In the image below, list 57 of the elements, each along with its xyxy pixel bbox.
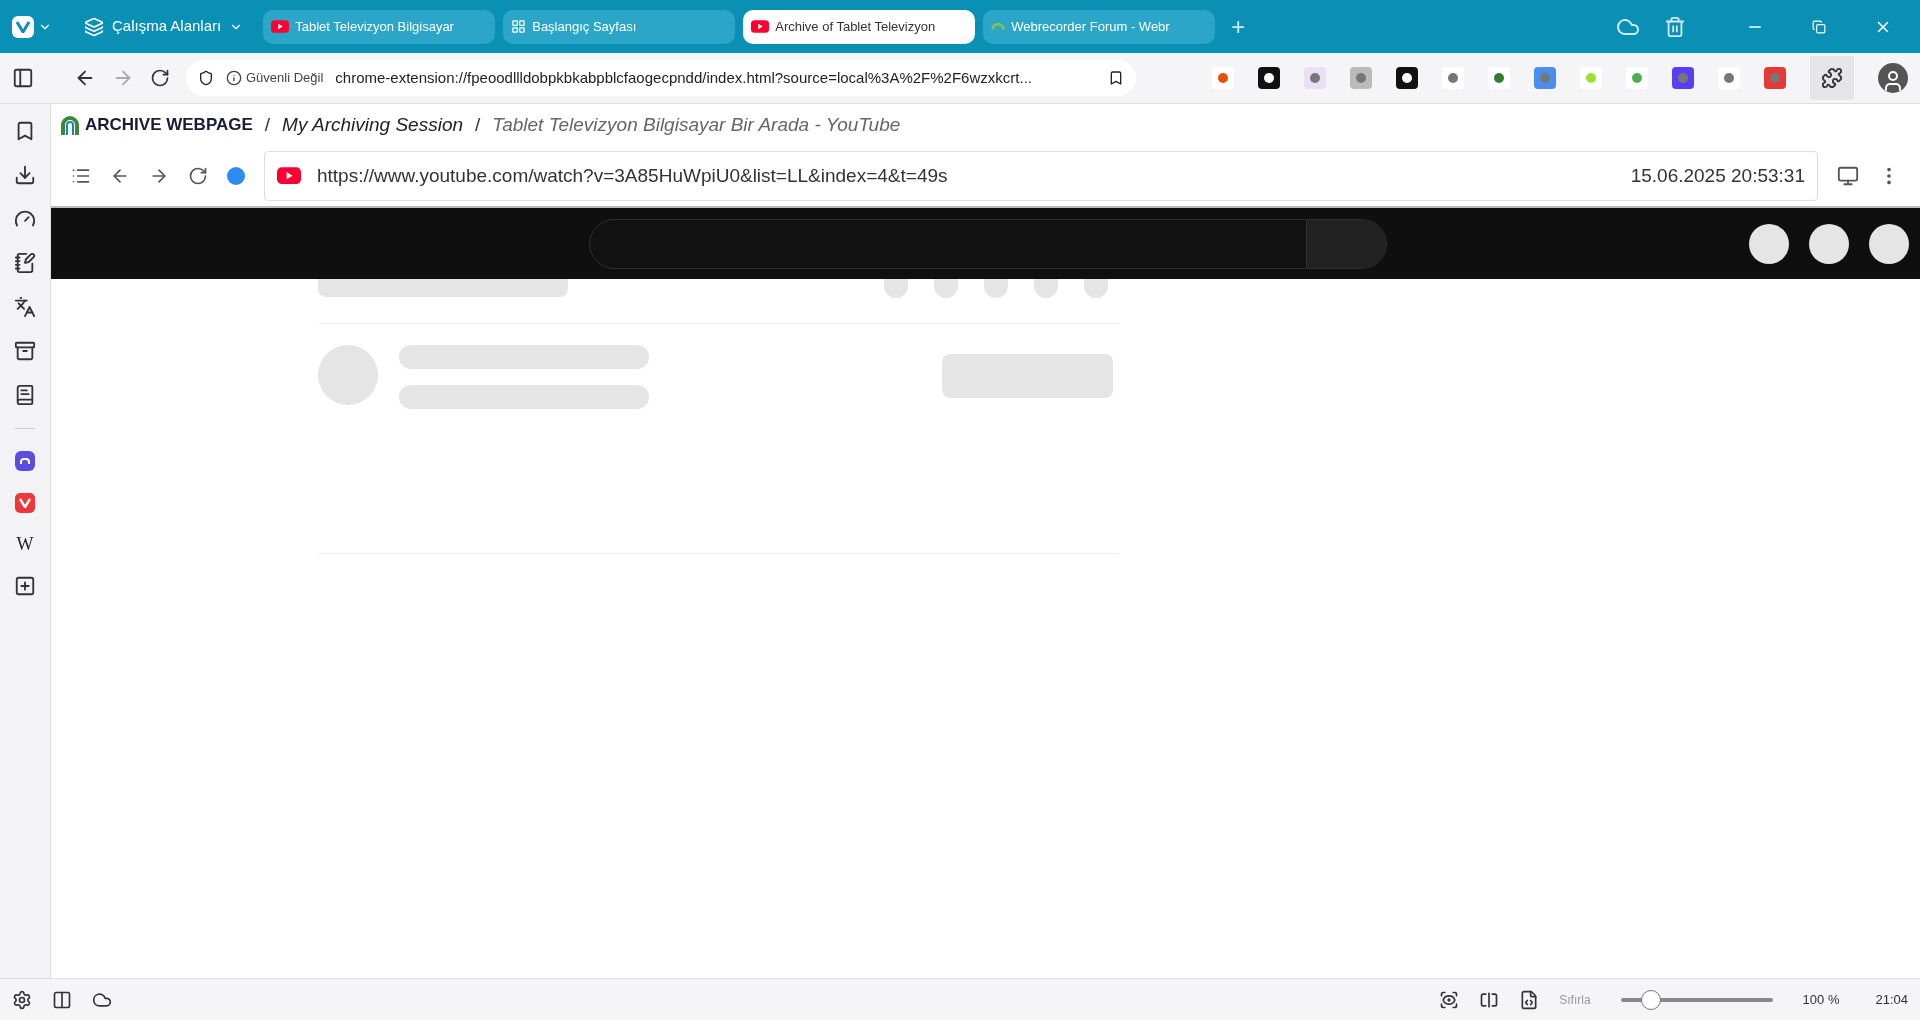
columns-icon[interactable] [52,989,72,1010]
breadcrumb-separator: / [475,112,481,137]
extension-icon[interactable] [1396,67,1418,89]
url-field[interactable]: Güvenli Değil chrome-extension://fpeoodllldobpkbkabpblcfaogecpndd/index.html?source=local%3A%2F%2F6wzxkcrt... [186,60,1136,96]
app-title: ARCHIVE WEBPAGE [85,114,253,137]
arch-logo-icon [59,114,81,136]
list-icon[interactable] [71,166,91,186]
search-field[interactable] [589,218,1387,269]
add-panel-icon[interactable] [14,575,36,597]
puzzle-icon [1821,67,1843,89]
reload-icon[interactable] [150,68,170,88]
avatar-placeholder[interactable] [1749,223,1789,264]
reload-icon[interactable] [188,166,208,186]
v-logo-icon[interactable] [15,493,35,513]
workspaces-button[interactable]: Çalışma Alanları [72,15,256,38]
grid-icon [511,19,527,34]
video-play-icon [271,20,290,33]
bookmark-icon[interactable] [1108,70,1124,86]
arc-icon [991,22,1006,31]
shield-icon [198,70,214,86]
breadcrumb-item[interactable]: My Archiving Session [282,110,463,140]
tab-title: Webrecorder Forum - Webr [1011,17,1170,36]
notes-icon[interactable] [14,252,36,274]
monitor-icon[interactable] [1837,165,1859,187]
translate-icon[interactable] [14,296,36,318]
capture-timestamp: 15.06.2025 20:53:31 [1630,163,1805,188]
tab-title: Archive of Tablet Televizyon [775,17,936,36]
avatar-placeholder[interactable] [1869,223,1909,264]
v-logo-icon [16,20,30,33]
archive-url-field[interactable]: https://www.youtube.com/watch?v=3A85HuWpiU0&list=LL&index=4&t=49s 15.06.2025 20:53:31 [264,151,1818,201]
browser-tab[interactable]: Archive of Tablet Televizyon [743,9,976,44]
video-play-icon [277,167,301,185]
trash-icon[interactable] [1664,15,1686,38]
extension-icon[interactable] [1258,67,1280,89]
settings-icon[interactable] [12,989,32,1010]
archive-url-text: https://www.youtube.com/watch?v=3A85HuWpiU0&list=LL&index=4&t=49s [317,163,948,188]
panel-toggle-icon[interactable] [12,67,34,89]
layers-icon [84,16,104,37]
tab-title: Başlangıç Sayfası [532,17,637,36]
tab-title: Tablet Televizyon Bilgisayar [295,17,454,36]
breadcrumb-item: Tablet Televizyon Bilgisayar Bir Arada - YouTube [492,112,901,137]
slider-thumb[interactable] [1640,989,1661,1010]
book-icon[interactable] [14,384,36,406]
profile-avatar[interactable] [1878,63,1908,93]
extensions-button[interactable] [1810,56,1854,100]
wikipedia-link[interactable]: W [16,535,34,553]
download-icon[interactable] [14,164,36,186]
info-icon [226,70,242,86]
url-text: chrome-extension://fpeoodllldobpkbkabpblcfaogecpndd/index.html?source=local%3A%2F%2F6wzxkcrt... [335,67,1032,88]
breadcrumb-separator: / [264,112,271,137]
avatar-placeholder[interactable] [1809,223,1849,264]
zoom-reading: 100 % [1802,990,1840,1009]
capture-icon[interactable] [1439,989,1460,1010]
clock: 21:04 [1875,990,1908,1009]
restore-icon[interactable] [1812,19,1826,34]
security-label[interactable]: Güvenli Değil [226,68,324,88]
video-play-icon [751,20,770,33]
